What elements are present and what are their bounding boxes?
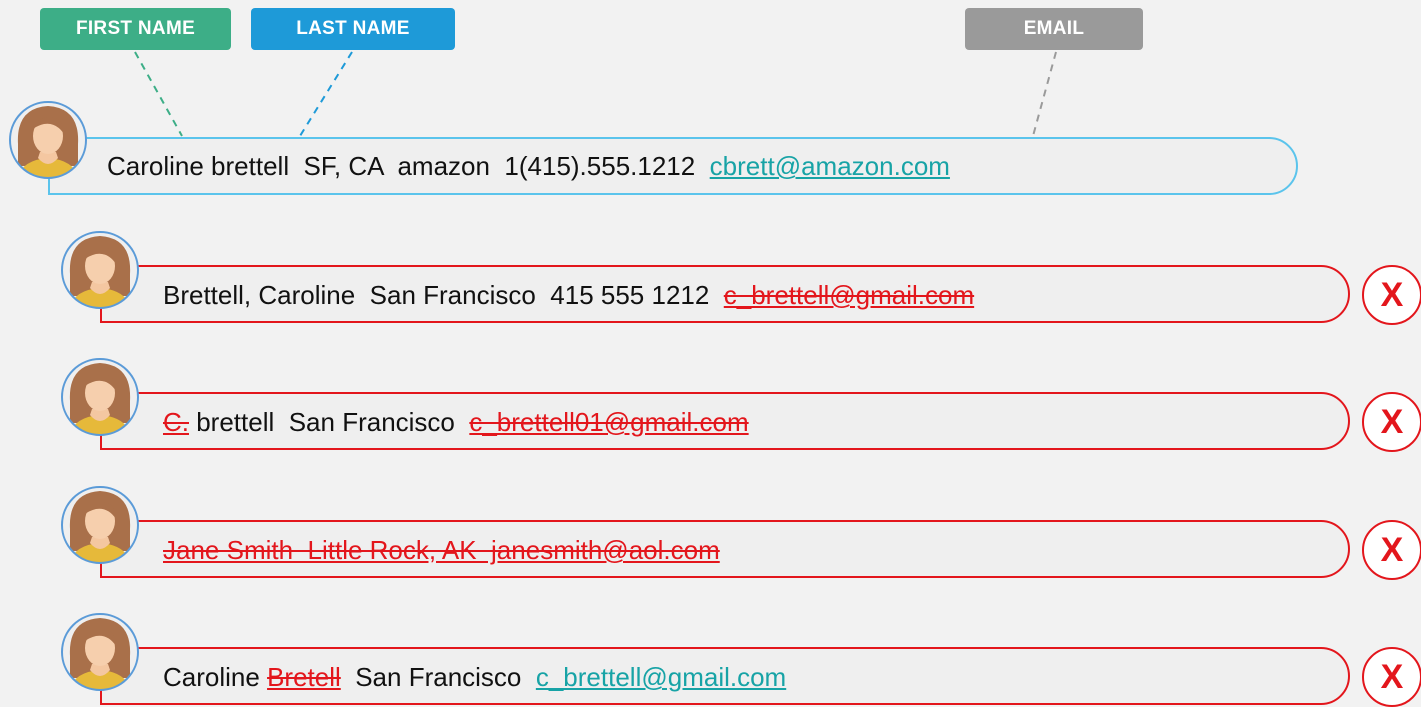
duplicate-record-text: Jane Smith Little Rock, AK janesmith@aol…: [163, 535, 720, 566]
leader-lines: [134, 51, 1057, 137]
woman-avatar-icon: [60, 230, 140, 310]
last-name-tag-label: LAST NAME: [296, 18, 410, 39]
duplicate-record-text: C. brettell San Francisco c_brettell01@g…: [163, 407, 749, 438]
first-name-tag-label: FIRST NAME: [75, 18, 196, 39]
woman-avatar-icon: [8, 100, 88, 180]
email-leader: [1032, 51, 1057, 137]
first-name-tag: FIRST NAME: [40, 8, 231, 50]
struck-record: Jane Smith Little Rock, AK janesmith@aol…: [163, 535, 720, 565]
woman-avatar-icon: [60, 357, 140, 437]
woman-avatar-icon: [60, 612, 140, 692]
duplicate-record-text: Caroline Bretell San Francisco c_brettel…: [163, 662, 786, 693]
reject-mark: X: [1380, 275, 1404, 314]
struck-initial: C.: [163, 407, 189, 437]
woman-avatar-icon: [60, 485, 140, 565]
main-record-text: Caroline brettell SF, CA amazon 1(415).5…: [107, 151, 950, 182]
reject-mark: X: [1380, 402, 1404, 441]
reject-x-icon: X: [1362, 647, 1421, 707]
struck-email: c_brettell@gmail.com: [723, 280, 975, 310]
first-name-leader: [134, 51, 183, 137]
reject-x-icon: X: [1362, 392, 1421, 452]
reject-mark: X: [1380, 657, 1404, 696]
last-name-leader: [299, 51, 353, 137]
duplicate-record-text: Brettell, Caroline San Francisco 415 555…: [163, 280, 974, 311]
reject-x-icon: X: [1362, 520, 1421, 580]
duplicate-email[interactable]: c_brettell@gmail.com: [536, 662, 786, 692]
struck-last-name: Bretell: [267, 662, 341, 692]
duplicate-details: brettell San Francisco: [189, 407, 470, 437]
email-tag: EMAIL: [965, 8, 1143, 50]
duplicate-details: San Francisco: [340, 662, 536, 692]
main-record-email[interactable]: cbrett@amazon.com: [710, 151, 950, 181]
first-name: Caroline: [163, 662, 268, 692]
reject-x-icon: X: [1362, 265, 1421, 325]
last-name-tag: LAST NAME: [251, 8, 455, 50]
struck-email: c_brettell01@gmail.com: [469, 407, 749, 437]
duplicate-details: Brettell, Caroline San Francisco 415 555…: [163, 280, 724, 310]
main-record-details: Caroline brettell SF, CA amazon 1(415).5…: [107, 151, 710, 181]
reject-mark: X: [1380, 530, 1404, 569]
email-tag-label: EMAIL: [1023, 18, 1085, 39]
